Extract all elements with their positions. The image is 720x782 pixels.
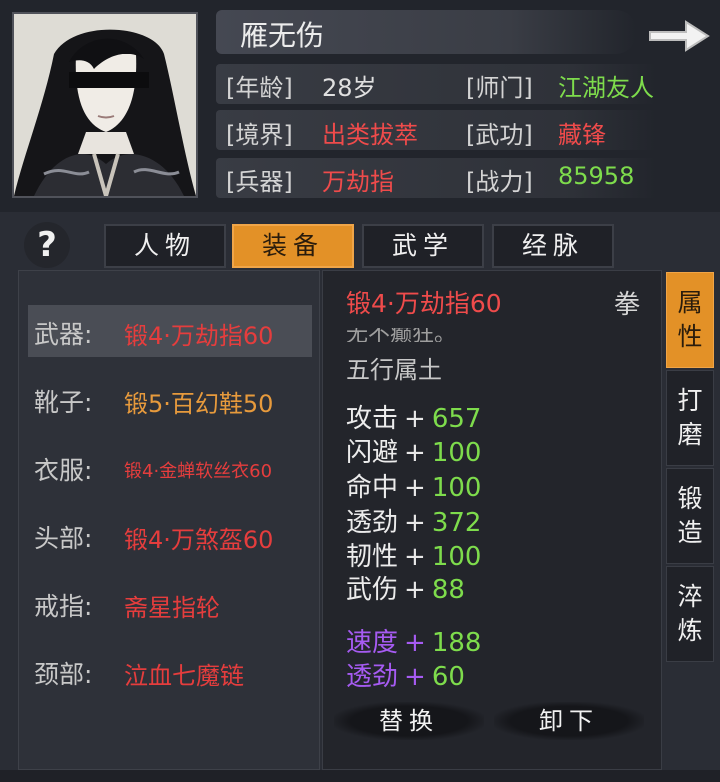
side-tab-char: 性 <box>677 322 703 351</box>
side-tab-temper[interactable]: 淬 炼 <box>666 566 714 662</box>
equip-slot-clothes[interactable]: 衣服: 锻4·金蝉软丝衣60 <box>28 441 312 493</box>
power-value: 85958 <box>558 162 635 190</box>
attr-name: 闪避 <box>346 438 399 468</box>
slot-item-name: 斋星指轮 <box>124 594 220 622</box>
bottom-bar <box>0 770 720 782</box>
side-tab-char: 属 <box>677 288 703 317</box>
martial-art-value: 藏锋 <box>558 121 606 149</box>
side-tab-char: 打 <box>677 386 703 415</box>
portrait-illustration <box>14 14 196 196</box>
slot-item-name: 泣血七魔链 <box>124 662 244 690</box>
attr-plus: + <box>404 473 426 503</box>
slot-item-name: 锻4·万煞盔60 <box>124 526 274 554</box>
attr-name: 透劲 <box>346 508 399 538</box>
age-value: 28岁 <box>322 74 377 102</box>
equip-slot-weapon[interactable]: 武器: 锻4·万劫指60 <box>28 305 312 357</box>
tab-martial-arts[interactable]: 武学 <box>362 224 484 268</box>
attr-plus: + <box>404 662 426 692</box>
character-name: 雁无伤 <box>240 19 325 52</box>
attr-name: 攻击 <box>346 404 399 434</box>
equip-slot-head[interactable]: 头部: 锻4·万煞盔60 <box>28 509 312 561</box>
special-attr-row: 速度 +188 <box>346 622 481 659</box>
tab-meridians[interactable]: 经脉 <box>492 224 614 268</box>
realm-value: 出类拔萃 <box>322 121 418 149</box>
equip-slot-boots[interactable]: 靴子: 锻5·百幻鞋50 <box>28 373 312 425</box>
attr-row: 闪避 +100 <box>346 432 481 469</box>
slot-item-name: 锻4·金蝉软丝衣60 <box>124 461 273 482</box>
age-label: [年龄] <box>226 74 293 102</box>
attr-plus: + <box>404 438 426 468</box>
unequip-button[interactable]: 卸下 <box>494 702 644 740</box>
slot-label: 颈部: <box>34 660 93 689</box>
slot-label: 头部: <box>34 524 93 553</box>
attr-name: 速度 <box>346 628 399 658</box>
attr-plus: + <box>404 508 426 538</box>
attr-name: 武伤 <box>346 575 399 605</box>
power-label: [战力] <box>466 168 533 196</box>
attr-value: 100 <box>431 542 482 572</box>
item-description-fragment: 无不癫狂。 <box>346 328 457 342</box>
side-tab-char: 造 <box>677 518 703 547</box>
attr-value: 88 <box>431 575 465 605</box>
sect-label: [师门] <box>466 74 533 102</box>
attr-value: 372 <box>431 508 482 538</box>
attr-row: 命中 +100 <box>346 467 481 504</box>
side-tab-char: 淬 <box>677 582 703 611</box>
weapon-label: [兵器] <box>226 168 293 196</box>
slot-label: 衣服: <box>34 456 93 485</box>
attr-plus: + <box>404 628 426 658</box>
attr-name: 命中 <box>346 473 399 503</box>
tab-equipment[interactable]: 装备 <box>232 224 354 268</box>
slot-item-name: 锻5·百幻鞋50 <box>124 390 274 418</box>
attr-value: 100 <box>431 438 482 468</box>
sect-value: 江湖友人 <box>558 74 654 102</box>
attr-row: 韧性 +100 <box>346 536 481 573</box>
attr-name: 透劲 <box>346 662 399 692</box>
attr-row: 透劲 +372 <box>346 502 481 539</box>
item-title: 锻4·万劫指60 <box>346 289 502 318</box>
attr-name: 韧性 <box>346 542 399 572</box>
replace-button[interactable]: 替换 <box>334 702 484 740</box>
attr-value: 60 <box>431 662 465 692</box>
attr-value: 657 <box>431 404 482 434</box>
next-character-arrow-icon[interactable] <box>646 16 712 56</box>
attr-row: 武伤 +88 <box>346 569 465 606</box>
special-attr-row: 透劲 +60 <box>346 656 465 693</box>
slot-item-name: 锻4·万劫指60 <box>124 322 274 350</box>
attr-plus: + <box>404 575 426 605</box>
item-type: 拳 <box>614 290 641 320</box>
side-tab-char: 磨 <box>677 420 703 449</box>
side-tab-polish[interactable]: 打 磨 <box>666 370 714 466</box>
item-element: 五行属土 <box>346 356 442 384</box>
attr-row: 攻击 +657 <box>346 398 481 435</box>
help-button[interactable]: ? <box>24 222 70 268</box>
attr-value: 188 <box>431 628 482 658</box>
slot-label: 戒指: <box>34 592 93 621</box>
side-tab-char: 锻 <box>677 484 703 513</box>
weapon-value: 万劫指 <box>322 168 394 196</box>
slot-label: 靴子: <box>34 388 93 417</box>
side-tab-attributes[interactable]: 属 性 <box>666 272 714 368</box>
martial-art-label: [武功] <box>466 121 533 149</box>
slot-label: 武器: <box>34 320 93 349</box>
character-portrait <box>12 12 198 198</box>
attr-plus: + <box>404 542 426 572</box>
equip-slot-ring[interactable]: 戒指: 斋星指轮 <box>28 577 312 629</box>
attr-value: 100 <box>431 473 482 503</box>
side-tab-forge[interactable]: 锻 造 <box>666 468 714 564</box>
equip-slot-neck[interactable]: 颈部: 泣血七魔链 <box>28 645 312 697</box>
side-tab-char: 炼 <box>677 616 703 645</box>
attr-plus: + <box>404 404 426 434</box>
tab-character[interactable]: 人物 <box>104 224 226 268</box>
realm-label: [境界] <box>226 121 293 149</box>
